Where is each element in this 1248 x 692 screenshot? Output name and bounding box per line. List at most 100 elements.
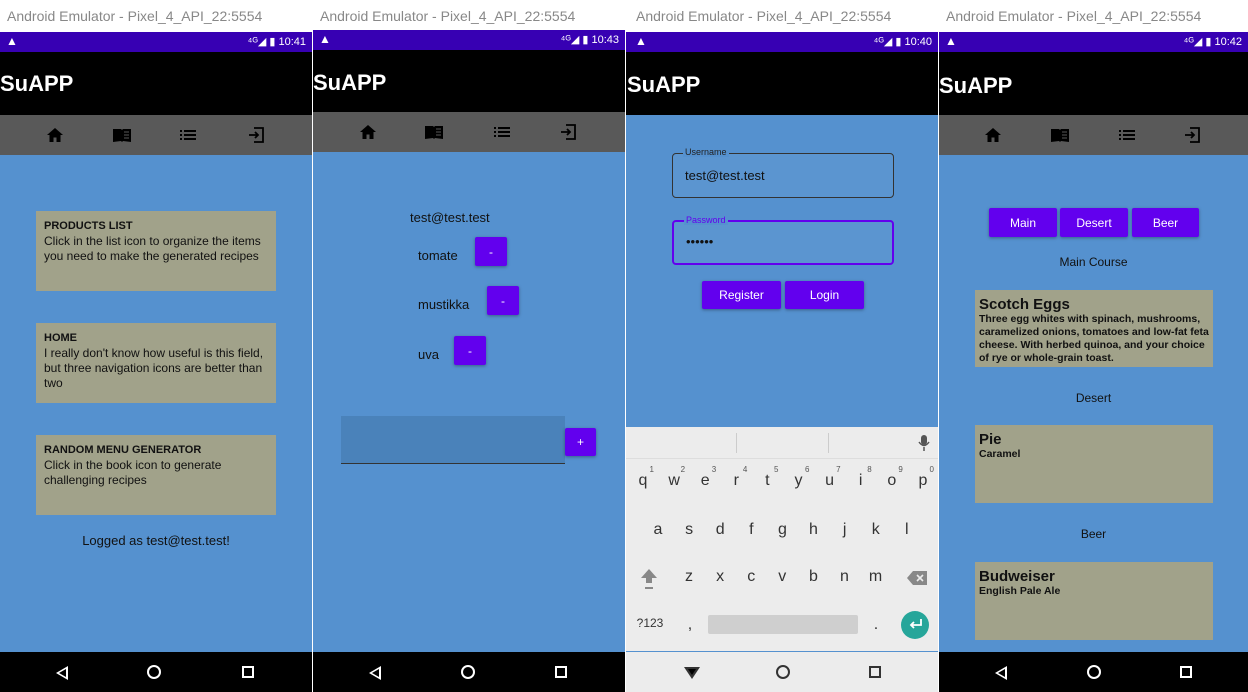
card-text: Click in the book icon to generate chall…	[44, 458, 222, 487]
key-f[interactable]: f	[739, 521, 763, 539]
remove-item-button[interactable]: -	[454, 336, 486, 365]
key-k[interactable]: k	[864, 521, 888, 539]
nav-home-button[interactable]	[458, 664, 478, 682]
square-icon	[1180, 666, 1192, 678]
symbols-key[interactable]: ?123	[634, 616, 666, 630]
status-right: ⁴ᴳ◢ ▮ 10:43	[560, 34, 619, 46]
space-key[interactable]	[708, 615, 858, 634]
nav-hide-keyboard-button[interactable]	[682, 664, 702, 682]
product-name: mustikka	[418, 297, 470, 312]
tab-menu[interactable]	[1040, 115, 1080, 155]
card-text: I really don't know how useful is this f…	[44, 346, 264, 390]
tab-products[interactable]	[482, 112, 522, 152]
suggestion-strip	[626, 427, 938, 459]
key-i[interactable]: i8	[849, 465, 873, 490]
key-s[interactable]: s	[677, 521, 701, 539]
key-p[interactable]: p0	[911, 465, 935, 490]
tab-menu[interactable]	[414, 112, 454, 152]
key-x[interactable]: x	[708, 568, 732, 586]
tab-home[interactable]	[348, 112, 388, 152]
key-q[interactable]: q1	[631, 465, 655, 490]
key-m[interactable]: m	[864, 568, 888, 586]
key-w[interactable]: w2	[662, 465, 686, 490]
key-g[interactable]: g	[770, 521, 794, 539]
tab-home[interactable]	[973, 115, 1013, 155]
register-button[interactable]: Register	[702, 281, 781, 309]
home-icon	[985, 128, 1001, 142]
info-card-products: PRODUCTS LIST Click in the list icon to …	[36, 211, 276, 291]
key-label: r	[733, 472, 739, 489]
key-t[interactable]: t5	[755, 465, 779, 490]
nav-back-button[interactable]	[366, 664, 386, 682]
key-e[interactable]: e3	[693, 465, 717, 490]
remove-item-button[interactable]: -	[475, 237, 507, 266]
key-label: h	[809, 521, 818, 538]
tab-home[interactable]	[35, 115, 75, 155]
nav-recents-button[interactable]	[551, 664, 571, 682]
new-item-input[interactable]	[341, 416, 565, 464]
enter-key[interactable]	[901, 611, 929, 639]
filter-beer-button[interactable]: Beer	[1132, 208, 1199, 237]
info-card-home: HOME I really don't know how useful is t…	[36, 323, 276, 403]
nav-home-button[interactable]	[773, 664, 793, 682]
key-d[interactable]: d	[708, 521, 732, 539]
comma-key[interactable]: ,	[678, 616, 702, 634]
key-u[interactable]: u7	[818, 465, 842, 490]
key-label: i	[858, 472, 863, 489]
key-j[interactable]: j	[833, 521, 857, 539]
recipe-name: Budweiser	[979, 568, 1055, 585]
status-bar: ▲ ⁴ᴳ◢ ▮ 10:41	[0, 32, 312, 52]
back-icon	[369, 666, 381, 680]
login-button[interactable]: Login	[785, 281, 864, 309]
status-bar: ▲ ⁴ᴳ◢ ▮ 10:42	[939, 32, 1248, 52]
nav-recents-button[interactable]	[1176, 664, 1196, 682]
key-label: p	[918, 472, 928, 489]
password-field[interactable]: Password ••••••	[672, 215, 894, 265]
info-card-random-menu: RANDOM MENU GENERATOR Click in the book …	[36, 435, 276, 515]
chevron-down-icon	[684, 667, 700, 679]
tab-logout[interactable]	[1172, 115, 1212, 155]
key-label: m	[868, 568, 883, 585]
emulator-title: Android Emulator - Pixel_4_API_22:5554	[626, 0, 938, 32]
shift-icon[interactable]	[640, 568, 658, 590]
key-n[interactable]: n	[833, 568, 857, 586]
key-r[interactable]: r4	[724, 465, 748, 490]
key-l[interactable]: l	[895, 521, 919, 539]
key-h[interactable]: h	[802, 521, 826, 539]
filter-main-button[interactable]: Main	[989, 208, 1057, 237]
nav-recents-button[interactable]	[238, 664, 258, 682]
tab-products[interactable]	[1107, 115, 1147, 155]
period-key[interactable]: .	[864, 616, 888, 634]
username-field[interactable]: Username test@test.test	[672, 147, 894, 198]
nav-back-button[interactable]	[53, 664, 73, 682]
key-label: o	[887, 472, 897, 489]
tab-menu[interactable]	[102, 115, 142, 155]
key-o[interactable]: o9	[880, 465, 904, 490]
microphone-icon[interactable]	[918, 435, 930, 451]
key-z[interactable]: z	[677, 568, 701, 586]
tab-logout[interactable]	[548, 112, 588, 152]
product-name: uva	[418, 347, 439, 362]
key-c[interactable]: c	[739, 568, 763, 586]
filter-desert-button[interactable]: Desert	[1060, 208, 1128, 237]
nav-recents-button[interactable]	[865, 664, 885, 682]
key-label: a	[653, 521, 663, 538]
key-v[interactable]: v	[770, 568, 794, 586]
nav-back-button[interactable]	[992, 664, 1012, 682]
key-hint: 2	[680, 465, 686, 474]
phone-menu-screen: Android Emulator - Pixel_4_API_22:5554 ▲…	[939, 0, 1248, 692]
key-y[interactable]: y6	[787, 465, 811, 490]
remove-item-button[interactable]: -	[487, 286, 519, 315]
nav-home-button[interactable]	[144, 664, 164, 682]
key-label: v	[778, 568, 787, 585]
nav-home-button[interactable]	[1084, 664, 1104, 682]
add-item-button[interactable]: +	[565, 428, 596, 456]
back-icon	[56, 666, 68, 680]
key-b[interactable]: b	[801, 568, 825, 586]
backspace-icon[interactable]	[907, 571, 927, 585]
tab-logout[interactable]	[236, 115, 276, 155]
app-bar: SuAPP	[939, 52, 1248, 115]
key-a[interactable]: a	[646, 521, 670, 539]
tab-products[interactable]	[168, 115, 208, 155]
recipe-description: Three egg whites with spinach, mushrooms…	[979, 313, 1209, 364]
